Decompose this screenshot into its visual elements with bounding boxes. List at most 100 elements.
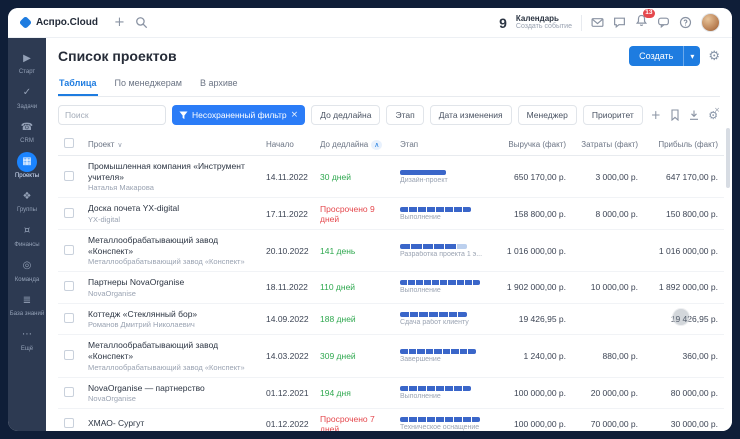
revenue-value: 158 800,00 р. [490,198,572,230]
column-header-start[interactable]: Начало [260,133,314,156]
filter-chip[interactable]: Дата изменения [430,105,512,125]
crm-icon: ☎ [17,117,37,137]
notification-badge: 13 [643,9,655,19]
project-name[interactable]: Партнеры NovaOrganise [88,277,254,288]
download-icon[interactable] [688,109,700,121]
costs-value: 10 000,00 р. [572,272,644,304]
row-checkbox[interactable] [64,281,74,291]
table-row[interactable]: Металлообрабатывающий завод «Конспект» М… [58,335,724,377]
clear-filter-icon[interactable]: × [291,110,299,120]
help-icon[interactable] [679,16,692,29]
project-name[interactable]: Доска почета YX-digital [88,203,254,214]
mail-icon[interactable] [591,16,604,29]
sidebar-item-team[interactable]: ◎Команда [8,252,46,287]
row-checkbox[interactable] [64,350,74,360]
sidebar-item-tasks[interactable]: ✓Задачи [8,79,46,114]
project-name[interactable]: NovaOrganise — партнерство [88,383,254,394]
table-row[interactable]: NovaOrganise — партнерство NovaOrganise … [58,377,724,409]
profit-value: 647 170,00 р. [644,156,724,198]
table-settings-icon[interactable]: ⚙× [708,106,720,124]
column-header-deadline[interactable]: До дедлайна∧ [314,133,394,156]
column-header-stage[interactable]: Этап [394,133,490,156]
sidebar-item-projects[interactable]: ▦Проекты [8,148,46,183]
start-date: 17.11.2022 [260,198,314,230]
notifications-bell[interactable]: 13 [635,14,648,32]
sidebar-item-finance[interactable]: ¤Финансы [8,217,46,252]
bookmark-icon[interactable] [669,109,681,121]
profit-value: 150 800,00 р. [644,198,724,230]
calendar-day[interactable]: 9 [499,15,507,31]
select-all-checkbox[interactable] [64,138,74,148]
column-header-costs[interactable]: Затраты (факт) [572,133,644,156]
scrollbar[interactable] [726,128,730,188]
sidebar-item-label: Ещё [21,346,33,353]
tab-archive[interactable]: В архиве [199,74,239,96]
row-checkbox[interactable] [64,418,74,428]
column-header-revenue[interactable]: Выручка (факт) [490,133,572,156]
add-filter-button[interactable]: + [649,108,663,122]
filter-chip[interactable]: Этап [386,105,423,125]
sidebar-item-label: Задачи [17,104,37,111]
quick-add-button[interactable]: + [114,16,125,29]
search-input[interactable] [58,105,166,125]
revenue-value: 1 016 000,00 р. [490,229,572,271]
sidebar-item-start[interactable]: ▶Старт [8,44,46,79]
page-settings-gear-icon[interactable]: ⚙ [708,49,720,64]
sidebar-item-label: CRM [20,138,34,145]
filter-chip[interactable]: Приоритет [583,105,643,125]
tab-table[interactable]: Таблица [58,74,98,96]
stage-label: Разработка проекта 1 э... [400,251,484,258]
row-checkbox[interactable] [64,208,74,218]
sidebar-item-label: Старт [19,69,35,76]
project-subtitle: Наталья Макарова [88,183,254,192]
app-logo[interactable]: Аспро.Cloud [20,17,98,28]
knowledge-base-icon: ≣ [17,290,37,310]
project-name[interactable]: ХМАО- Сургут [88,418,254,429]
groups-icon: ❖ [17,186,37,206]
active-filter-chip[interactable]: Несохраненный фильтр × [172,105,305,125]
calendar-widget[interactable]: Календарь Создать событие [516,14,572,31]
sidebar-item-crm[interactable]: ☎CRM [8,113,46,148]
row-checkbox[interactable] [64,313,74,323]
logo-icon [19,16,32,29]
chevron-down-icon[interactable]: ▾ [683,46,700,66]
table-row[interactable]: Партнеры NovaOrganise NovaOrganise 18.11… [58,272,724,304]
topbar-divider [581,15,582,31]
row-checkbox[interactable] [64,245,74,255]
stage-progress-bar [400,417,480,422]
project-name[interactable]: Коттедж «Стеклянный бор» [88,309,254,320]
table-row[interactable]: Доска почета YX-digital YX-digital 17.11… [58,198,724,230]
sidebar-item-more[interactable]: ⋯Ещё [8,321,46,356]
project-subtitle: YX-digital [88,215,254,224]
calendar-create-event[interactable]: Создать событие [516,23,572,31]
row-checkbox[interactable] [64,387,74,397]
sidebar-item-knowledge[interactable]: ≣База знаний [8,286,46,321]
filter-chips: До дедлайна Этап Дата изменения Менеджер При… [311,105,643,125]
table-row[interactable]: Коттедж «Стеклянный бор» Романов Дмитрий… [58,303,724,335]
deadline-value: 194 дня [314,377,394,409]
create-button[interactable]: Создать ▾ [629,46,700,66]
profit-value: 360,00 р. [644,335,724,377]
chat-icon[interactable] [613,16,626,29]
column-header-profit[interactable]: Прибыль (факт) [644,133,724,156]
filter-chip[interactable]: Менеджер [518,105,577,125]
start-date: 14.03.2022 [260,335,314,377]
search-icon[interactable] [135,16,148,29]
sort-down-icon: ∨ [117,141,122,149]
tab-by-managers[interactable]: По менеджерам [114,74,183,96]
user-avatar[interactable] [701,13,720,32]
project-name[interactable]: Металлообрабатывающий завод «Конспект» [88,340,254,361]
projects-table: Проект∨ Начало До дедлайна∧ Этап Выручка… [58,133,720,431]
projects-icon: ▦ [17,152,37,172]
comment-icon[interactable] [657,16,670,29]
sidebar-item-groups[interactable]: ❖Группы [8,182,46,217]
row-checkbox[interactable] [64,171,74,181]
table-row[interactable]: ХМАО- Сургут 01.12.2022 Просрочено 7 дне… [58,409,724,431]
sidebar-item-label: Команда [15,277,39,284]
table-row[interactable]: Промышленная компания «Инструмент учител… [58,156,724,198]
filter-chip[interactable]: До дедлайна [311,105,380,125]
table-row[interactable]: Металлообрабатывающий завод «Конспект» М… [58,229,724,271]
project-name[interactable]: Промышленная компания «Инструмент учител… [88,161,254,182]
column-header-project[interactable]: Проект∨ [82,133,260,156]
project-name[interactable]: Металлообрабатывающий завод «Конспект» [88,235,254,256]
